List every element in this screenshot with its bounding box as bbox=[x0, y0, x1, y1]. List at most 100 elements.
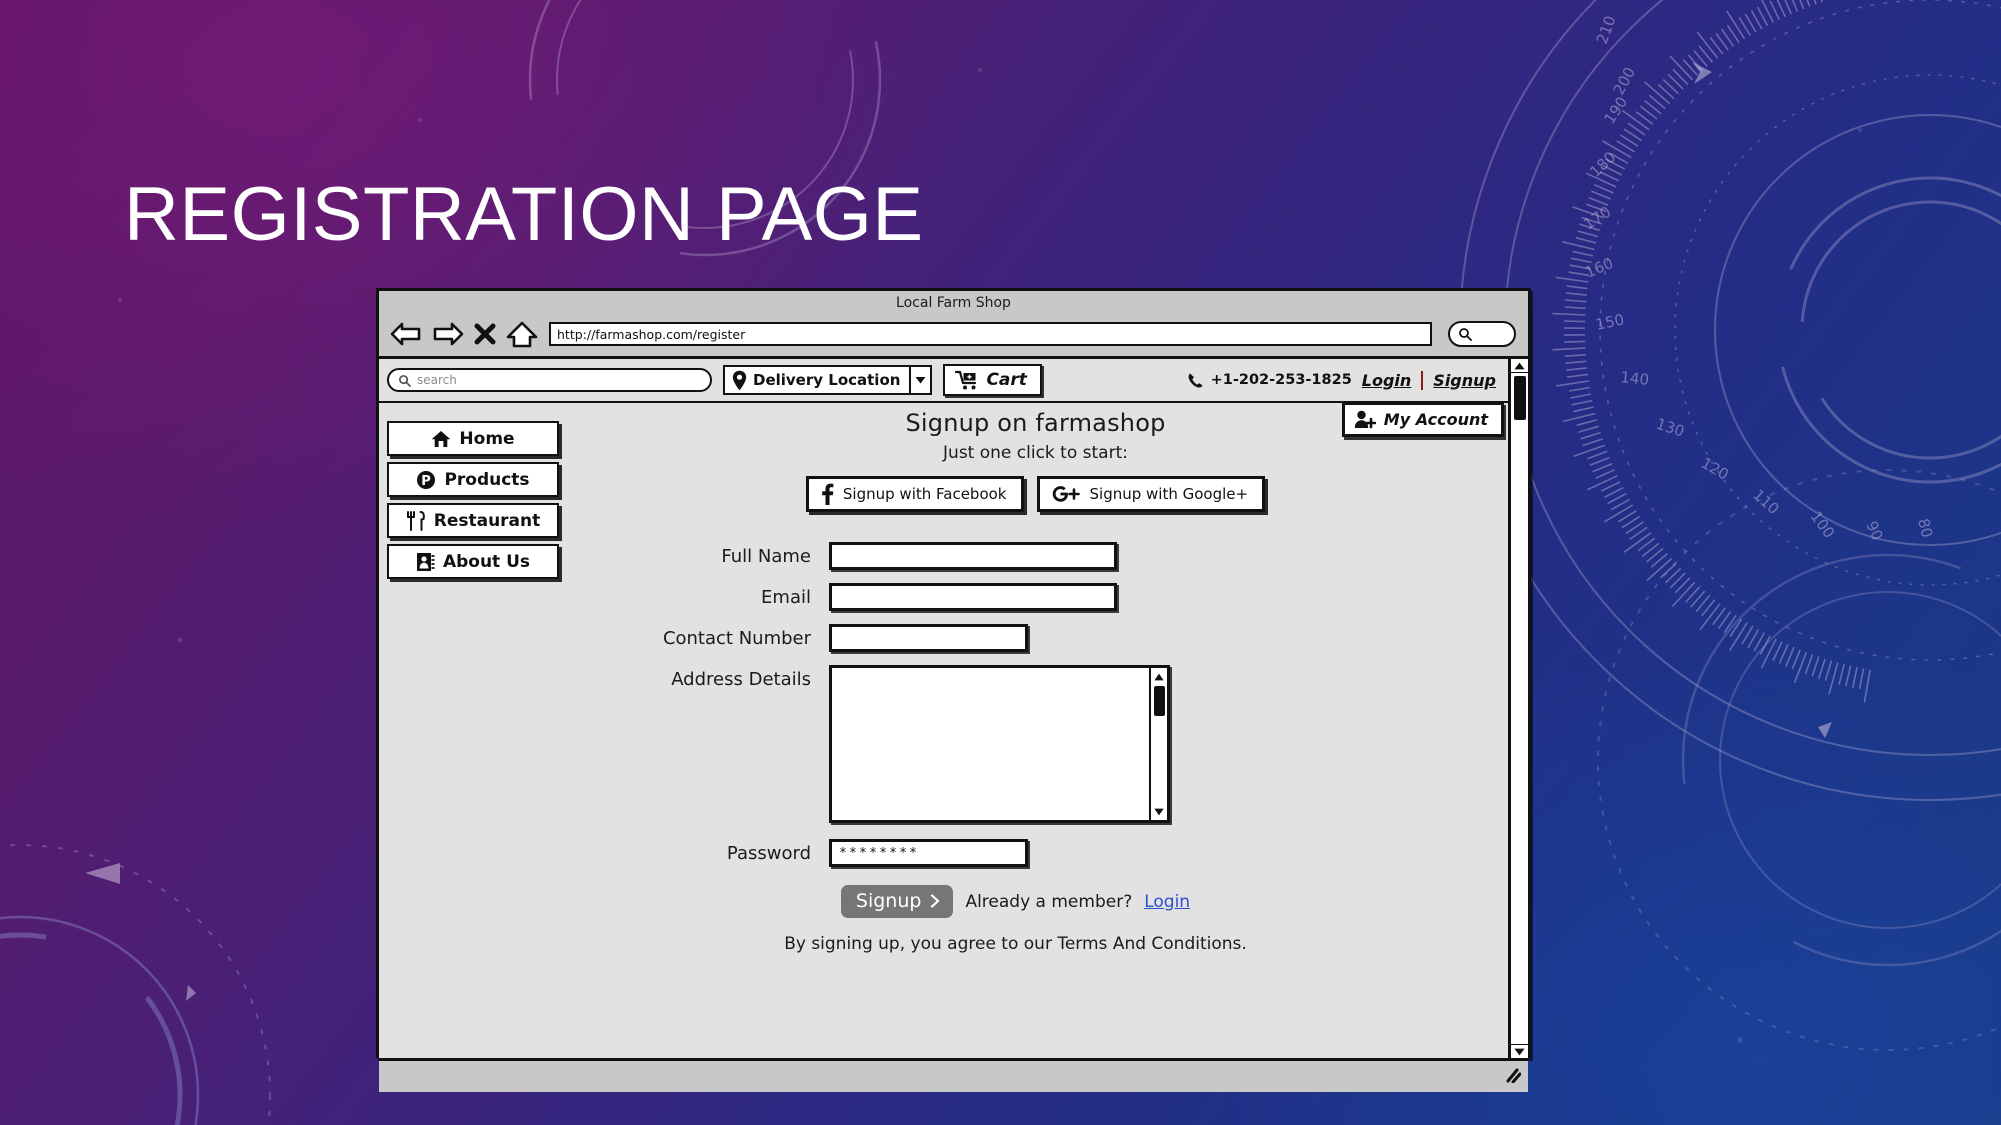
login-link[interactable]: Login bbox=[1362, 371, 1412, 390]
sidebar-nav: Home P Products Restaurant About Us bbox=[387, 421, 559, 579]
magnifier-icon bbox=[399, 374, 411, 387]
browser-status-bar bbox=[379, 1058, 1528, 1092]
signup-form: Signup on farmashop Just one click to st… bbox=[567, 409, 1504, 954]
contact-number-input[interactable] bbox=[829, 624, 1028, 652]
user-add-icon bbox=[1354, 410, 1376, 429]
password-masked-value: ******** bbox=[839, 846, 920, 861]
triangle-up-icon[interactable] bbox=[1511, 359, 1528, 373]
already-member-text: Already a member? bbox=[965, 891, 1133, 912]
page-title: REGISTRATION PAGE bbox=[124, 172, 924, 257]
address-details-label: Address Details bbox=[671, 669, 811, 690]
chevron-right-icon bbox=[931, 894, 940, 908]
shopping-cart-icon bbox=[955, 370, 977, 390]
slide: 210 200 190 180 170 160 150 140 130 120 … bbox=[0, 0, 2001, 1125]
map-pin-icon bbox=[732, 370, 747, 390]
contact-card-icon bbox=[416, 552, 435, 571]
field-row-full-name: Full Name bbox=[567, 542, 1504, 570]
svg-text:140: 140 bbox=[1620, 368, 1650, 389]
field-row-password: Password ******** bbox=[567, 839, 1504, 867]
browser-toolbar: http://farmashop.com/register bbox=[379, 313, 1528, 355]
cart-button[interactable]: Cart bbox=[943, 364, 1042, 396]
password-input[interactable]: ******** bbox=[829, 839, 1028, 867]
terms-text: By signing up, you agree to our Terms An… bbox=[784, 934, 1247, 954]
page-scrollbar[interactable] bbox=[1508, 359, 1528, 1058]
phone-number: +1-202-253-1825 bbox=[1187, 372, 1352, 389]
facebook-label: Signup with Facebook bbox=[842, 485, 1007, 503]
phone-icon bbox=[1188, 373, 1203, 387]
member-login-link[interactable]: Login bbox=[1144, 892, 1190, 912]
svg-text:80: 80 bbox=[1914, 517, 1936, 540]
triangle-down-icon[interactable] bbox=[1511, 1044, 1528, 1058]
address-bar[interactable]: http://farmashop.com/register bbox=[549, 322, 1432, 346]
field-row-contact-number: Contact Number bbox=[567, 624, 1504, 652]
sidebar-item-home[interactable]: Home bbox=[387, 421, 559, 456]
svg-text:200: 200 bbox=[1610, 64, 1639, 98]
signup-submit-label: Signup bbox=[855, 890, 922, 912]
svg-text:170: 170 bbox=[1580, 203, 1614, 234]
house-icon bbox=[432, 430, 451, 447]
window-title: Local Farm Shop bbox=[896, 295, 1011, 311]
signup-with-google-button[interactable]: Signup with Google+ bbox=[1036, 476, 1266, 512]
contact-number-label: Contact Number bbox=[662, 628, 811, 649]
cart-label: Cart bbox=[986, 370, 1027, 390]
svg-text:210: 210 bbox=[1593, 13, 1620, 46]
submit-row: Signup Already a member? Login bbox=[527, 885, 1504, 918]
field-row-email: Email bbox=[567, 583, 1504, 611]
svg-text:130: 130 bbox=[1654, 415, 1687, 441]
signup-with-facebook-button[interactable]: Signup with Facebook bbox=[805, 476, 1024, 512]
address-bar-value: http://farmashop.com/register bbox=[557, 326, 746, 342]
signup-link[interactable]: Signup bbox=[1433, 371, 1496, 390]
resize-grip-icon[interactable] bbox=[1503, 1065, 1522, 1087]
signup-submit-button[interactable]: Signup bbox=[840, 885, 954, 918]
browser-window: Local Farm Shop http://farmashop.com/reg… bbox=[376, 288, 1531, 1092]
full-name-input[interactable] bbox=[829, 542, 1117, 570]
field-row-address-details: Address Details bbox=[567, 665, 1504, 823]
sidebar-item-about-us[interactable]: About Us bbox=[387, 544, 559, 579]
home-icon[interactable] bbox=[505, 319, 539, 349]
svg-text:180: 180 bbox=[1586, 148, 1619, 181]
header-right-group: +1-202-253-1825 Login Signup bbox=[1187, 370, 1500, 390]
triangle-down-icon[interactable] bbox=[1151, 804, 1167, 819]
form-fields: Full Name Email Contact Number Address D… bbox=[567, 542, 1504, 867]
svg-text:160: 160 bbox=[1583, 254, 1616, 282]
triangle-up-icon[interactable] bbox=[1151, 669, 1167, 684]
search-placeholder: search bbox=[417, 373, 457, 387]
scrollbar-trough[interactable] bbox=[1511, 359, 1528, 1058]
delivery-location-label-wrap: Delivery Location bbox=[725, 367, 909, 393]
form-subheading: Just one click to start: bbox=[943, 443, 1128, 463]
password-label: Password bbox=[726, 843, 811, 864]
close-x-icon[interactable] bbox=[473, 319, 497, 349]
chevron-down-icon[interactable] bbox=[909, 367, 930, 393]
sidebar-item-label: Restaurant bbox=[433, 510, 541, 531]
svg-text:P: P bbox=[422, 474, 432, 489]
header-divider bbox=[1421, 370, 1424, 390]
email-input[interactable] bbox=[829, 583, 1117, 611]
browser-chrome: Local Farm Shop http://farmashop.com/reg… bbox=[379, 291, 1528, 359]
textarea-scrollbar[interactable] bbox=[1149, 668, 1167, 820]
browser-viewport: search Delivery Location Cart +1-202-253… bbox=[379, 359, 1528, 1058]
svg-text:90: 90 bbox=[1862, 518, 1886, 543]
search-input[interactable]: search bbox=[387, 368, 712, 392]
phone-number-text: +1-202-253-1825 bbox=[1210, 372, 1352, 388]
page-content: search Delivery Location Cart +1-202-253… bbox=[379, 359, 1508, 1058]
sidebar-item-products[interactable]: P Products bbox=[387, 462, 559, 497]
my-account-label: My Account bbox=[1383, 410, 1488, 429]
sidebar-item-restaurant[interactable]: Restaurant bbox=[387, 503, 559, 538]
forward-arrow-icon[interactable] bbox=[431, 319, 465, 349]
svg-text:150: 150 bbox=[1594, 310, 1626, 334]
address-details-textarea[interactable] bbox=[829, 665, 1170, 823]
back-arrow-icon[interactable] bbox=[389, 319, 423, 349]
textarea-scroll-thumb[interactable] bbox=[1154, 686, 1165, 716]
scrollbar-thumb[interactable] bbox=[1514, 376, 1526, 420]
facebook-f-icon bbox=[822, 483, 834, 505]
my-account-button[interactable]: My Account bbox=[1341, 402, 1504, 437]
delivery-location-label: Delivery Location bbox=[753, 371, 901, 389]
sidebar-item-label: Home bbox=[459, 428, 515, 449]
site-header: search Delivery Location Cart +1-202-253… bbox=[379, 359, 1508, 403]
sidebar-item-label: Products bbox=[444, 469, 530, 490]
delivery-location-select[interactable]: Delivery Location bbox=[723, 365, 933, 395]
svg-text:110: 110 bbox=[1749, 486, 1782, 519]
browser-search-box[interactable] bbox=[1448, 321, 1516, 347]
google-plus-icon bbox=[1052, 486, 1080, 502]
svg-text:100: 100 bbox=[1807, 508, 1838, 542]
